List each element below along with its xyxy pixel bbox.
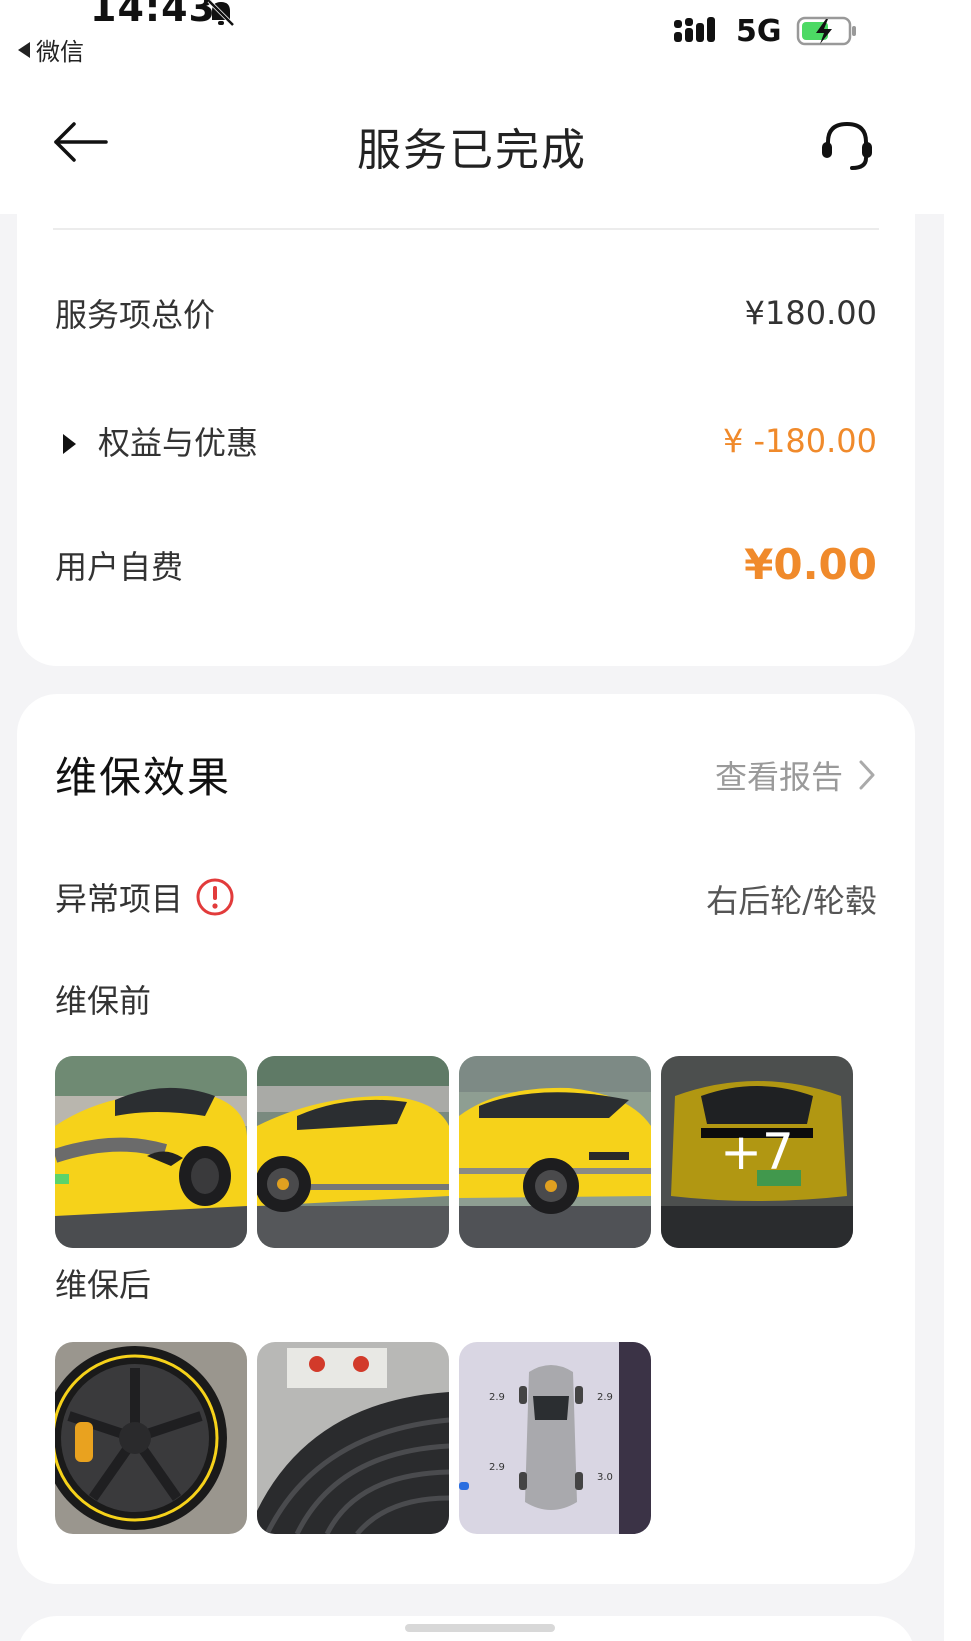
self-pay-row: 用户自费 ¥0.00 bbox=[55, 540, 877, 589]
pressure-front-left: 2.9 bbox=[489, 1392, 505, 1403]
abnormal-items-label-wrap: 异常项目 bbox=[55, 874, 235, 920]
pressure-rear-right: 3.0 bbox=[597, 1472, 613, 1483]
before-photo-2[interactable] bbox=[257, 1056, 449, 1248]
effect-title: 维保效果 bbox=[55, 753, 232, 802]
back-triangle-icon bbox=[18, 41, 30, 58]
before-label: 维保前 bbox=[55, 982, 152, 1020]
total-price-value: ¥180.00 bbox=[744, 294, 877, 332]
pressure-rear-left: 2.9 bbox=[489, 1462, 505, 1473]
home-indicator bbox=[405, 1624, 555, 1632]
wheel-photo bbox=[55, 1342, 247, 1534]
car-photo-front bbox=[55, 1056, 247, 1248]
app-screen: 14:43 微信 5G 服务已完成 服务项总价 ¥180.00 权益与优惠 ¥ … bbox=[0, 0, 944, 1641]
signal-icon bbox=[674, 17, 715, 42]
tire-pressure-screen-photo: 2.9 2.9 2.9 3.0 bbox=[459, 1342, 651, 1534]
benefit-label-wrap: 权益与优惠 bbox=[55, 418, 258, 464]
self-pay-value: ¥0.00 bbox=[744, 540, 877, 589]
car-photo-side bbox=[257, 1056, 449, 1248]
after-photo-3[interactable]: 2.9 2.9 2.9 3.0 bbox=[459, 1342, 651, 1534]
divider bbox=[53, 228, 879, 230]
more-photos-count: +7 bbox=[661, 1056, 853, 1248]
before-photo-1[interactable] bbox=[55, 1056, 247, 1248]
battery-charging-icon bbox=[796, 16, 856, 46]
self-pay-label: 用户自费 bbox=[55, 547, 184, 586]
before-photo-more[interactable]: +7 bbox=[661, 1056, 853, 1248]
warning-icon bbox=[196, 878, 234, 916]
back-app-label: 微信 bbox=[36, 38, 84, 66]
tire-tread-photo bbox=[257, 1342, 449, 1534]
benefit-label: 权益与优惠 bbox=[98, 424, 259, 462]
back-to-app-button[interactable]: 微信 bbox=[18, 32, 84, 67]
total-price-row: 服务项总价 ¥180.00 bbox=[55, 290, 877, 336]
chevron-right-icon bbox=[859, 760, 875, 790]
after-label: 维保后 bbox=[55, 1266, 152, 1304]
status-bar: 14:43 微信 5G bbox=[0, 0, 944, 70]
maintenance-effect-card: 维保效果 查看报告 异常项目 右后轮/轮毂 维保前 +7 维保后 2.9 2.9… bbox=[17, 694, 915, 1584]
view-report-link[interactable]: 查看报告 bbox=[715, 752, 877, 798]
car-photo-rear-side bbox=[459, 1056, 651, 1248]
headset-icon[interactable] bbox=[818, 116, 876, 174]
expand-triangle-icon bbox=[63, 434, 76, 454]
page-title: 服务已完成 bbox=[357, 125, 587, 176]
benefit-row[interactable]: 权益与优惠 ¥ -180.00 bbox=[55, 418, 877, 464]
price-summary-card: 服务项总价 ¥180.00 权益与优惠 ¥ -180.00 用户自费 ¥0.00 bbox=[17, 214, 915, 666]
total-price-label: 服务项总价 bbox=[55, 296, 216, 334]
after-photo-1[interactable] bbox=[55, 1342, 247, 1534]
after-photo-2[interactable] bbox=[257, 1342, 449, 1534]
view-report-label: 查看报告 bbox=[714, 758, 843, 796]
before-photo-3[interactable] bbox=[459, 1056, 651, 1248]
nav-bar: 服务已完成 bbox=[0, 70, 944, 214]
bell-muted-icon bbox=[207, 0, 235, 27]
pressure-front-right: 2.9 bbox=[597, 1392, 613, 1403]
status-time: 14:43 bbox=[90, 0, 216, 30]
screen-edge bbox=[944, 0, 971, 1641]
benefit-value: ¥ -180.00 bbox=[722, 422, 877, 460]
abnormal-items-value: 右后轮/轮毂 bbox=[706, 882, 877, 920]
abnormal-items-label: 异常项目 bbox=[55, 880, 184, 918]
network-label: 5G bbox=[736, 14, 782, 49]
